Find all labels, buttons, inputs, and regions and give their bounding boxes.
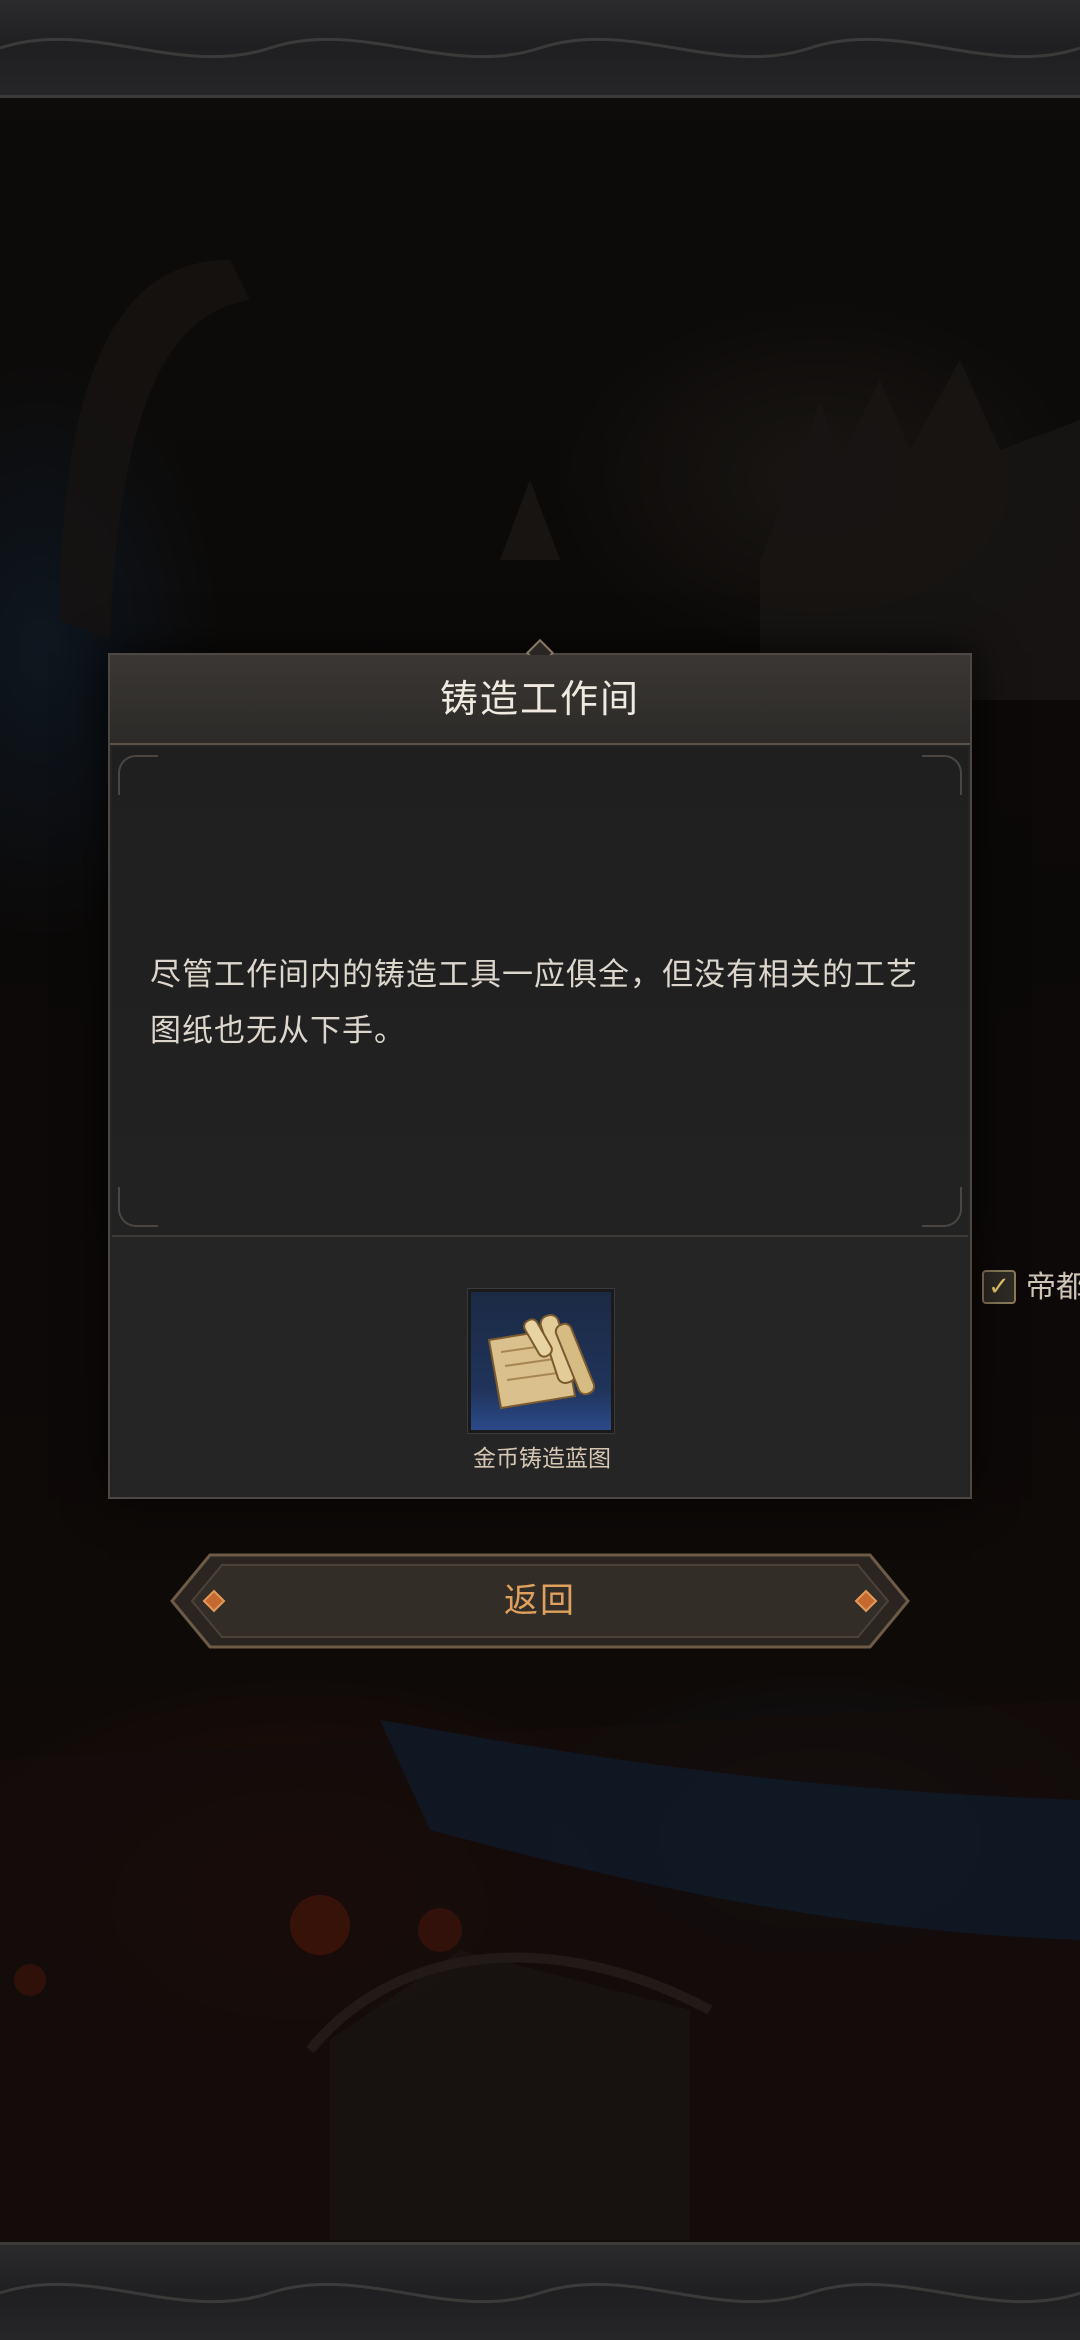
back-button[interactable]: 返回: [170, 1553, 910, 1649]
ornament-pattern: [0, 2282, 1080, 2304]
dialog-description: 尽管工作间内的铸造工具一应俱全，但没有相关的工艺图纸也无从下手。: [150, 957, 918, 1049]
ornament-pattern: [0, 37, 1080, 59]
side-location-label: 帝都: [1026, 1270, 1080, 1305]
workshop-dialog: 铸造工作间 尽管工作间内的铸造工具一应俱全，但没有相关的工艺图纸也无从下手。 金…: [108, 638, 972, 1499]
dialog-title: 铸造工作间: [439, 677, 640, 721]
bottom-frame: [0, 2242, 1080, 2340]
corner-ornament: [118, 1187, 158, 1227]
side-location-tag[interactable]: ✓ 帝都: [982, 1268, 1080, 1308]
corner-ornament: [118, 755, 158, 795]
dialog-body: 尽管工作间内的铸造工具一应俱全，但没有相关的工艺图纸也无从下手。: [112, 747, 968, 1237]
back-button-label: 返回: [504, 1581, 576, 1621]
item-slot[interactable]: [468, 1289, 614, 1433]
check-icon: ✓: [982, 1270, 1016, 1304]
scroll-blueprint-icon: [487, 1314, 596, 1410]
top-frame: [0, 0, 1080, 98]
dialog-reward-area: 金币铸造蓝图: [112, 1237, 968, 1495]
corner-ornament: [922, 755, 962, 795]
corner-ornament: [922, 1187, 962, 1227]
item-label: 金币铸造蓝图: [473, 1446, 611, 1472]
dialog-header: 铸造工作间: [110, 655, 970, 745]
